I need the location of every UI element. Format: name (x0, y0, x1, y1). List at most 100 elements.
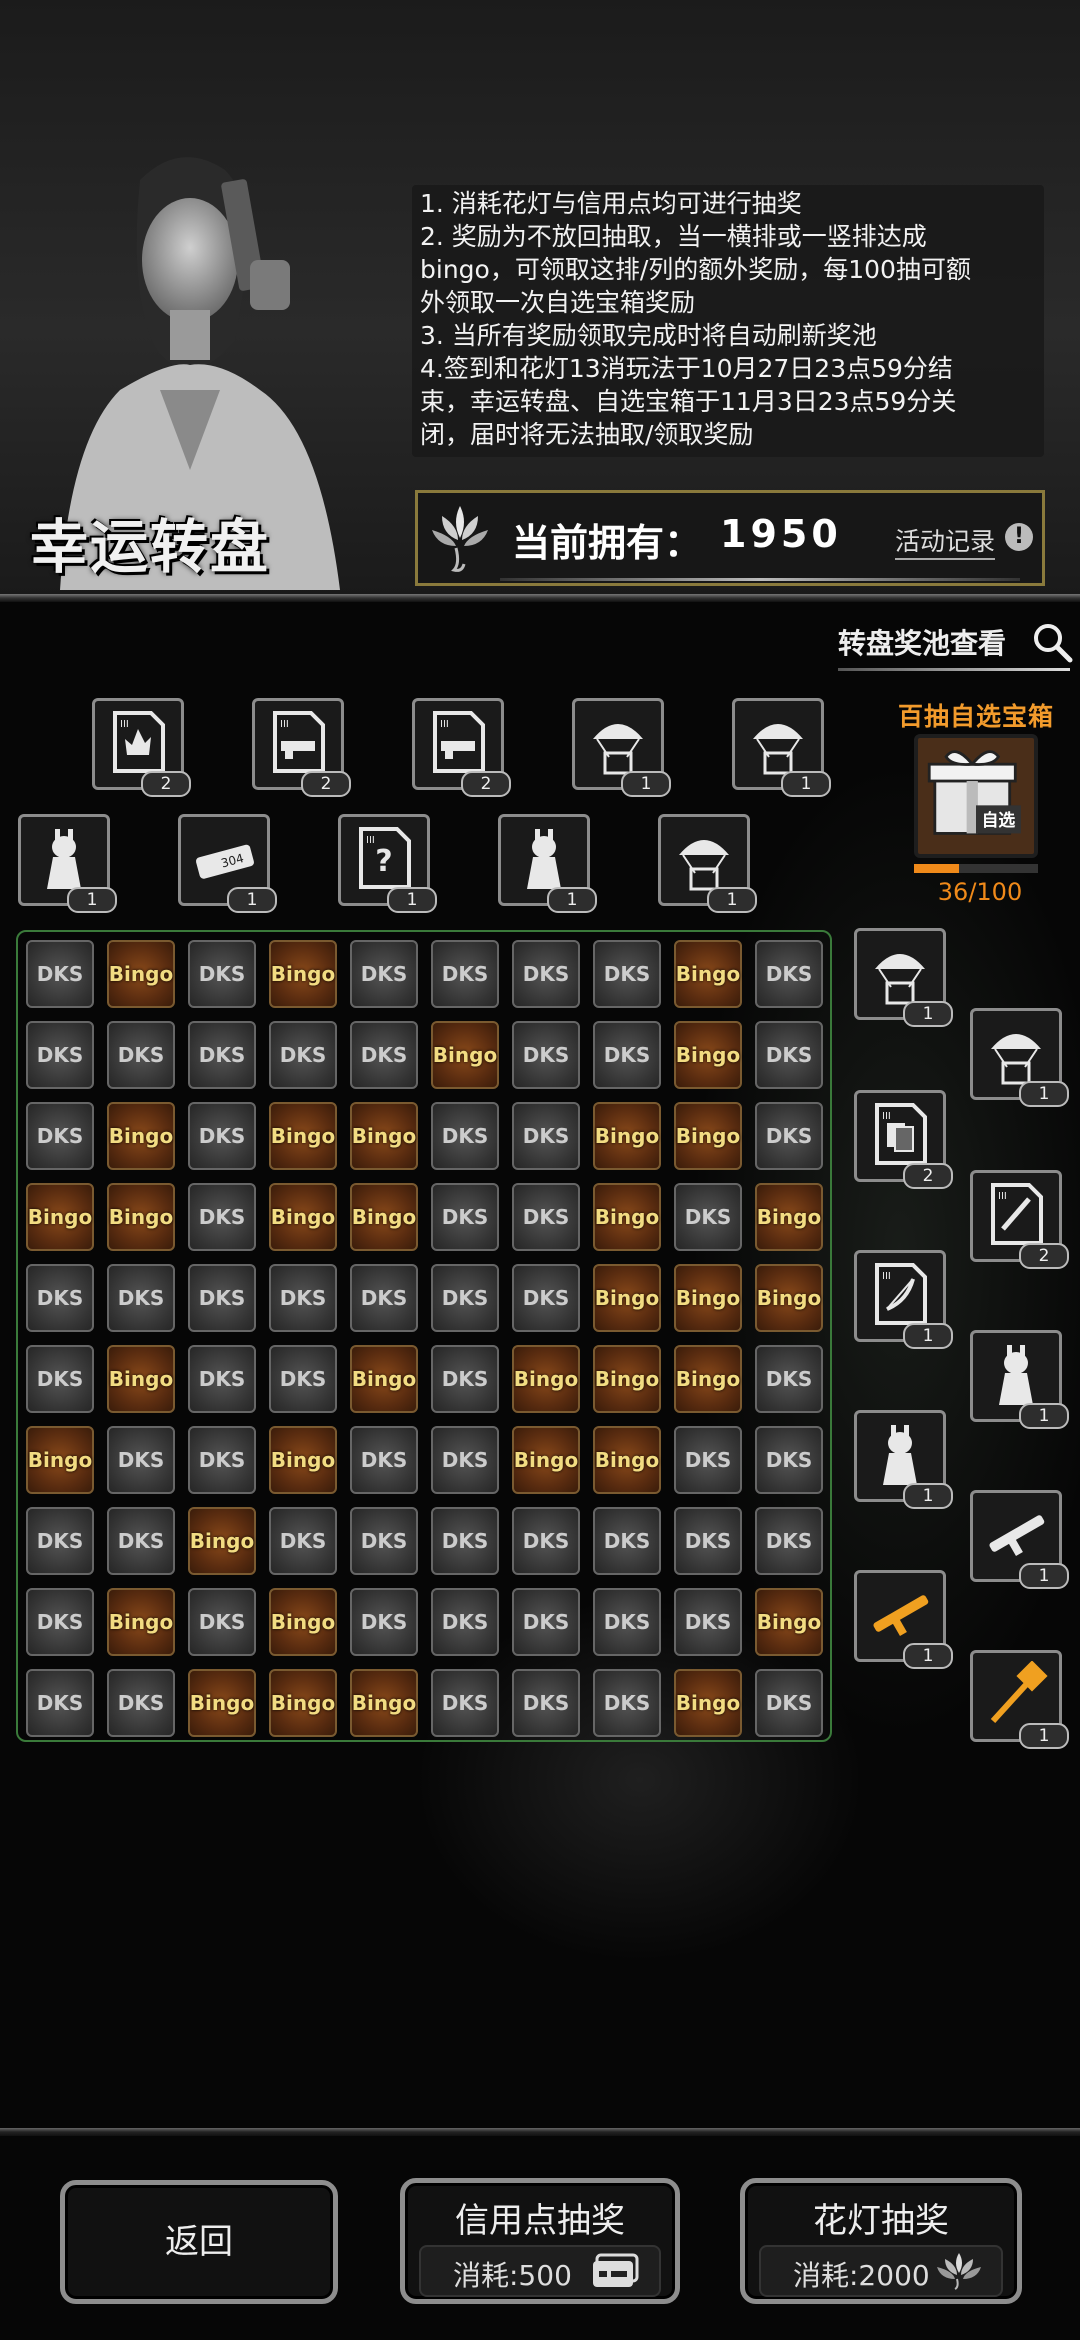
bingo-cell[interactable]: Bingo (107, 1588, 175, 1656)
dks-cell[interactable]: DKS (674, 1507, 742, 1575)
reward-item[interactable]: 304 1 (178, 814, 277, 913)
bingo-cell[interactable]: Bingo (350, 1183, 418, 1251)
dks-cell[interactable]: DKS (188, 1183, 256, 1251)
dks-cell[interactable]: DKS (188, 1588, 256, 1656)
bingo-cell[interactable]: Bingo (674, 1669, 742, 1737)
dks-cell[interactable]: DKS (350, 1264, 418, 1332)
reward-item[interactable]: 1 (854, 1410, 953, 1509)
bingo-cell[interactable]: Bingo (350, 1669, 418, 1737)
bingo-cell[interactable]: Bingo (107, 940, 175, 1008)
dks-cell[interactable]: DKS (512, 1021, 580, 1089)
dks-cell[interactable]: DKS (188, 1021, 256, 1089)
dks-cell[interactable]: DKS (350, 1021, 418, 1089)
dks-cell[interactable]: DKS (512, 1588, 580, 1656)
dks-cell[interactable]: DKS (188, 1426, 256, 1494)
dks-cell[interactable]: DKS (431, 1345, 499, 1413)
bingo-cell[interactable]: Bingo (674, 940, 742, 1008)
reward-item[interactable]: 1 (970, 1008, 1069, 1107)
dks-cell[interactable]: DKS (755, 1021, 823, 1089)
dks-cell[interactable]: DKS (593, 1669, 661, 1737)
dks-cell[interactable]: DKS (755, 1507, 823, 1575)
dks-cell[interactable]: DKS (755, 940, 823, 1008)
bingo-cell[interactable]: Bingo (674, 1264, 742, 1332)
dks-cell[interactable]: DKS (26, 1507, 94, 1575)
bingo-cell[interactable]: Bingo (593, 1102, 661, 1170)
bingo-cell[interactable]: Bingo (674, 1345, 742, 1413)
dks-cell[interactable]: DKS (755, 1669, 823, 1737)
dks-cell[interactable]: DKS (674, 1588, 742, 1656)
bingo-cell[interactable]: Bingo (350, 1345, 418, 1413)
reward-item[interactable]: 1 (854, 928, 953, 1027)
reward-item[interactable]: III? 1 (338, 814, 437, 913)
lantern-draw-button[interactable]: 花灯抽奖 消耗:2000 (740, 2178, 1022, 2304)
bingo-cell[interactable]: Bingo (107, 1183, 175, 1251)
dks-cell[interactable]: DKS (512, 940, 580, 1008)
bingo-cell[interactable]: Bingo (269, 1588, 337, 1656)
reward-item[interactable]: III 2 (252, 698, 351, 797)
dks-cell[interactable]: DKS (26, 940, 94, 1008)
reward-item[interactable]: III 2 (92, 698, 191, 797)
reward-item[interactable]: 1 (498, 814, 597, 913)
dks-cell[interactable]: DKS (593, 1507, 661, 1575)
bingo-cell[interactable]: Bingo (107, 1345, 175, 1413)
dks-cell[interactable]: DKS (350, 940, 418, 1008)
bingo-cell[interactable]: Bingo (593, 1183, 661, 1251)
dks-cell[interactable]: DKS (674, 1426, 742, 1494)
bingo-cell[interactable]: Bingo (755, 1588, 823, 1656)
bingo-cell[interactable]: Bingo (350, 1102, 418, 1170)
dks-cell[interactable]: DKS (431, 1507, 499, 1575)
bingo-cell[interactable]: Bingo (512, 1426, 580, 1494)
dks-cell[interactable]: DKS (674, 1183, 742, 1251)
select-chest-button[interactable]: 自选 (914, 734, 1038, 858)
dks-cell[interactable]: DKS (26, 1264, 94, 1332)
bingo-cell[interactable]: Bingo (755, 1264, 823, 1332)
dks-cell[interactable]: DKS (188, 1102, 256, 1170)
bingo-cell[interactable]: Bingo (674, 1102, 742, 1170)
dks-cell[interactable]: DKS (512, 1183, 580, 1251)
dks-cell[interactable]: DKS (431, 1669, 499, 1737)
reward-item[interactable]: 1 (658, 814, 757, 913)
dks-cell[interactable]: DKS (188, 1345, 256, 1413)
bingo-cell[interactable]: Bingo (269, 1102, 337, 1170)
bingo-cell[interactable]: Bingo (269, 1183, 337, 1251)
bingo-cell[interactable]: Bingo (188, 1669, 256, 1737)
dks-cell[interactable]: DKS (431, 1426, 499, 1494)
reward-item[interactable]: III 1 (854, 1250, 953, 1349)
dks-cell[interactable]: DKS (269, 1345, 337, 1413)
bingo-cell[interactable]: Bingo (269, 940, 337, 1008)
reward-item[interactable]: III 2 (970, 1170, 1069, 1269)
dks-cell[interactable]: DKS (107, 1021, 175, 1089)
dks-cell[interactable]: DKS (26, 1669, 94, 1737)
dks-cell[interactable]: DKS (431, 1102, 499, 1170)
dks-cell[interactable]: DKS (269, 1021, 337, 1089)
dks-cell[interactable]: DKS (512, 1264, 580, 1332)
pool-view-button[interactable]: 转盘奖池查看 (838, 622, 1006, 672)
bingo-cell[interactable]: Bingo (674, 1021, 742, 1089)
bingo-cell[interactable]: Bingo (269, 1426, 337, 1494)
bingo-cell[interactable]: Bingo (593, 1345, 661, 1413)
dks-cell[interactable]: DKS (431, 1183, 499, 1251)
dks-cell[interactable]: DKS (512, 1507, 580, 1575)
bingo-cell[interactable]: Bingo (107, 1102, 175, 1170)
dks-cell[interactable]: DKS (107, 1426, 175, 1494)
dks-cell[interactable]: DKS (188, 1264, 256, 1332)
dks-cell[interactable]: DKS (593, 1021, 661, 1089)
dks-cell[interactable]: DKS (755, 1426, 823, 1494)
dks-cell[interactable]: DKS (350, 1507, 418, 1575)
dks-cell[interactable]: DKS (512, 1669, 580, 1737)
bingo-cell[interactable]: Bingo (269, 1669, 337, 1737)
dks-cell[interactable]: DKS (431, 940, 499, 1008)
dks-cell[interactable]: DKS (269, 1507, 337, 1575)
activity-record-link[interactable]: 活动记录 (895, 522, 996, 560)
reward-item[interactable]: 1 (732, 698, 831, 797)
search-icon[interactable] (1030, 620, 1074, 664)
dks-cell[interactable]: DKS (350, 1426, 418, 1494)
dks-cell[interactable]: DKS (350, 1588, 418, 1656)
dks-cell[interactable]: DKS (188, 940, 256, 1008)
dks-cell[interactable]: DKS (26, 1345, 94, 1413)
dks-cell[interactable]: DKS (107, 1669, 175, 1737)
reward-item[interactable]: 1 (970, 1330, 1069, 1429)
bingo-cell[interactable]: Bingo (593, 1426, 661, 1494)
reward-item[interactable]: 1 (970, 1650, 1069, 1749)
bingo-cell[interactable]: Bingo (755, 1183, 823, 1251)
